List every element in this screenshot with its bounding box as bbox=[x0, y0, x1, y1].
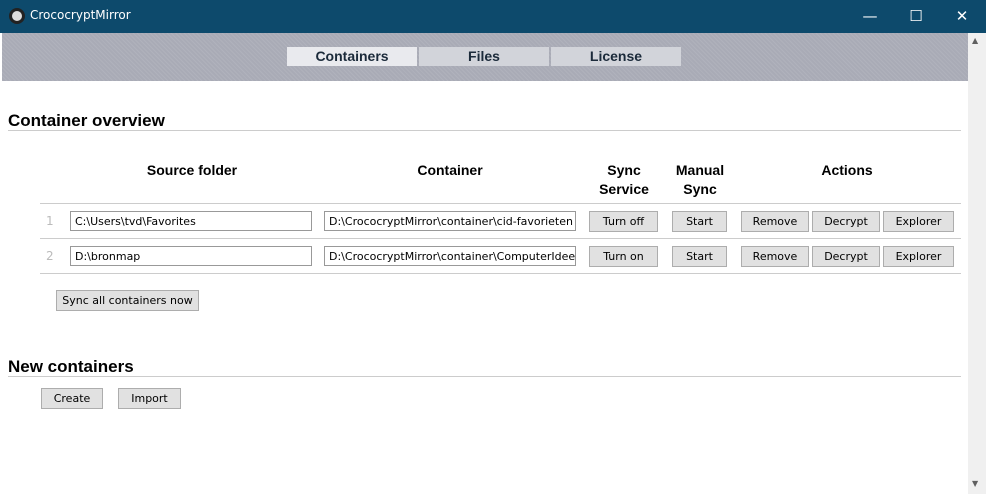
remove-button[interactable]: Remove bbox=[741, 211, 809, 232]
decrypt-button[interactable]: Decrypt bbox=[812, 211, 880, 232]
scroll-down-icon[interactable]: ▼ bbox=[972, 479, 978, 488]
sync-service-toggle-button[interactable]: Turn off bbox=[589, 211, 658, 232]
manual-sync-start-button[interactable]: Start bbox=[672, 246, 727, 267]
vertical-scrollbar[interactable]: ▲ ▼ bbox=[968, 33, 986, 494]
container-path-input[interactable]: D:\CrococryptMirror\container\cid-favori… bbox=[324, 211, 576, 231]
header-sync-2: Service bbox=[599, 181, 649, 197]
tab-license[interactable]: License bbox=[551, 47, 681, 66]
header-sync-1: Sync bbox=[607, 162, 641, 178]
header-container: Container bbox=[417, 162, 483, 178]
create-button[interactable]: Create bbox=[41, 388, 103, 409]
import-button[interactable]: Import bbox=[118, 388, 181, 409]
explorer-button[interactable]: Explorer bbox=[883, 211, 954, 232]
row-number: 1 bbox=[46, 214, 54, 228]
header-sync: Sync Service bbox=[584, 161, 664, 199]
minimize-button[interactable]: — bbox=[855, 4, 885, 28]
window-title: CrococryptMirror bbox=[30, 8, 131, 22]
divider bbox=[8, 376, 961, 377]
header-actions: Actions bbox=[821, 162, 873, 178]
header-manual-2: Sync bbox=[683, 181, 717, 197]
explorer-button[interactable]: Explorer bbox=[883, 246, 954, 267]
source-folder-input[interactable]: C:\Users\tvd\Favorites bbox=[70, 211, 312, 231]
header-manual-1: Manual bbox=[675, 162, 725, 178]
new-containers-heading: New containers bbox=[8, 357, 134, 376]
maximize-button[interactable]: ☐ bbox=[901, 4, 931, 28]
row-divider bbox=[40, 273, 961, 274]
divider bbox=[8, 130, 961, 131]
row-divider bbox=[40, 238, 961, 239]
container-path-input[interactable]: D:\CrococryptMirror\container\ComputerId… bbox=[324, 246, 576, 266]
remove-button[interactable]: Remove bbox=[741, 246, 809, 267]
source-folder-input[interactable]: D:\bronmap bbox=[70, 246, 312, 266]
sync-service-toggle-button[interactable]: Turn on bbox=[589, 246, 658, 267]
row-divider bbox=[40, 203, 961, 204]
app-icon bbox=[9, 8, 25, 24]
container-overview-heading: Container overview bbox=[8, 111, 165, 130]
header-manual: Manual Sync bbox=[660, 161, 740, 199]
decrypt-button[interactable]: Decrypt bbox=[812, 246, 880, 267]
tab-files[interactable]: Files bbox=[419, 47, 549, 66]
sync-all-button[interactable]: Sync all containers now bbox=[56, 290, 199, 311]
manual-sync-start-button[interactable]: Start bbox=[672, 211, 727, 232]
row-number: 2 bbox=[46, 249, 54, 263]
title-bar: CrococryptMirror — ☐ ✕ bbox=[0, 0, 986, 33]
scroll-up-icon[interactable]: ▲ bbox=[972, 36, 978, 45]
header-source: Source folder bbox=[146, 162, 238, 178]
close-button[interactable]: ✕ bbox=[947, 4, 977, 28]
tab-containers[interactable]: Containers bbox=[287, 47, 417, 66]
